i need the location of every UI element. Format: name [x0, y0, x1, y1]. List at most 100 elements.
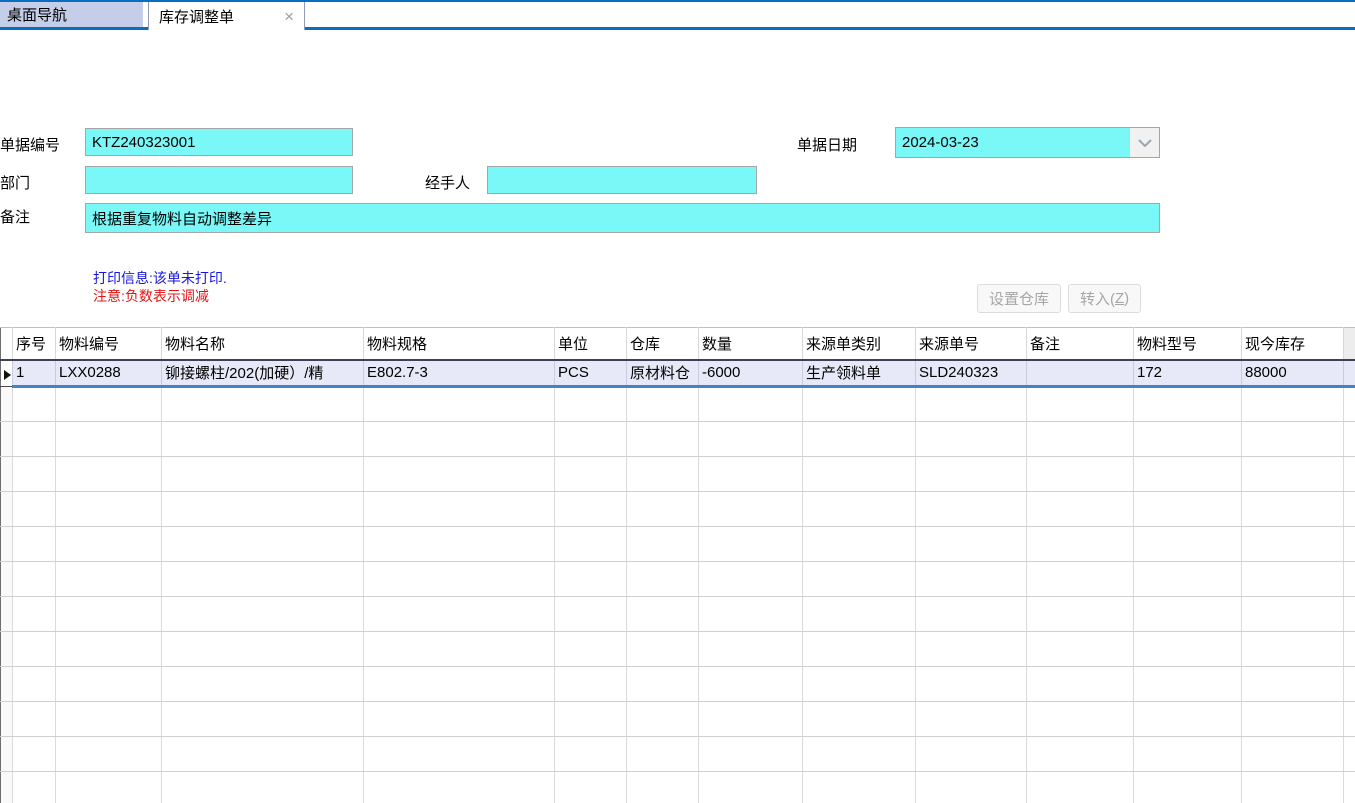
empty-grid-cell-7[interactable]	[803, 492, 916, 527]
empty-grid-cell-9[interactable]	[1027, 457, 1134, 492]
column-header-3[interactable]: 物料规格	[364, 328, 555, 360]
transfer-in-button[interactable]: 转入(Z)	[1068, 284, 1141, 313]
empty-grid-cell-0[interactable]	[13, 387, 56, 422]
empty-grid-cell-8[interactable]	[916, 632, 1027, 667]
grid-cell-11[interactable]: 88000	[1242, 360, 1344, 387]
empty-grid-cell-1[interactable]	[56, 667, 162, 702]
column-header-8[interactable]: 来源单号	[916, 328, 1027, 360]
row-selector[interactable]	[1, 422, 13, 457]
empty-grid-cell-9[interactable]	[1027, 667, 1134, 702]
row-selector[interactable]	[1, 667, 13, 702]
empty-grid-cell-9[interactable]	[1027, 702, 1134, 737]
tab-desktop-navigation[interactable]: 桌面导航	[0, 2, 143, 27]
empty-grid-cell-3[interactable]	[364, 387, 555, 422]
empty-grid-cell-4[interactable]	[555, 597, 627, 632]
empty-table-row[interactable]	[1, 492, 1355, 527]
empty-grid-cell-8[interactable]	[916, 422, 1027, 457]
empty-grid-cell-1[interactable]	[56, 492, 162, 527]
empty-grid-cell-4[interactable]	[555, 492, 627, 527]
empty-grid-cell-2[interactable]	[162, 702, 364, 737]
grid-cell-2[interactable]: 铆接螺柱/202(加硬）/精	[162, 360, 364, 387]
tab-inventory-adjustment[interactable]: 库存调整单 ×	[148, 2, 305, 30]
column-header-4[interactable]: 单位	[555, 328, 627, 360]
grid-cell-7[interactable]: 生产领料单	[803, 360, 916, 387]
empty-grid-cell-3[interactable]	[364, 772, 555, 803]
empty-grid-cell-7[interactable]	[803, 737, 916, 772]
empty-grid-cell-4[interactable]	[555, 632, 627, 667]
column-header-7[interactable]: 来源单类别	[803, 328, 916, 360]
empty-grid-cell-0[interactable]	[13, 702, 56, 737]
grid-cell-8[interactable]: SLD240323	[916, 360, 1027, 387]
empty-grid-cell-5[interactable]	[627, 702, 699, 737]
empty-grid-cell-3[interactable]	[364, 492, 555, 527]
empty-grid-cell-1[interactable]	[56, 737, 162, 772]
empty-grid-cell-3[interactable]	[364, 422, 555, 457]
empty-grid-cell-8[interactable]	[916, 702, 1027, 737]
empty-grid-cell-9[interactable]	[1027, 737, 1134, 772]
empty-grid-cell-11[interactable]	[1242, 562, 1344, 597]
empty-grid-cell-1[interactable]	[56, 422, 162, 457]
empty-grid-cell-11[interactable]	[1242, 492, 1344, 527]
empty-grid-cell-10[interactable]	[1134, 737, 1242, 772]
empty-grid-cell-8[interactable]	[916, 457, 1027, 492]
empty-grid-cell-11[interactable]	[1242, 702, 1344, 737]
empty-grid-cell-4[interactable]	[555, 772, 627, 803]
empty-grid-cell-3[interactable]	[364, 597, 555, 632]
empty-grid-cell-4[interactable]	[555, 457, 627, 492]
empty-grid-cell-7[interactable]	[803, 422, 916, 457]
column-header-9[interactable]: 备注	[1027, 328, 1134, 360]
empty-grid-cell-3[interactable]	[364, 667, 555, 702]
column-header-1[interactable]: 物料编号	[56, 328, 162, 360]
empty-grid-cell-7[interactable]	[803, 597, 916, 632]
empty-grid-cell-2[interactable]	[162, 772, 364, 803]
empty-grid-cell-0[interactable]	[13, 492, 56, 527]
empty-grid-cell-8[interactable]	[916, 387, 1027, 422]
empty-grid-cell-2[interactable]	[162, 562, 364, 597]
grid-cell-6[interactable]: -6000	[699, 360, 803, 387]
empty-grid-cell-2[interactable]	[162, 527, 364, 562]
empty-grid-cell-10[interactable]	[1134, 772, 1242, 803]
empty-grid-cell-9[interactable]	[1027, 772, 1134, 803]
empty-grid-cell-1[interactable]	[56, 562, 162, 597]
empty-grid-cell-6[interactable]	[699, 772, 803, 803]
empty-grid-cell-6[interactable]	[699, 597, 803, 632]
empty-grid-cell-7[interactable]	[803, 527, 916, 562]
column-header-2[interactable]: 物料名称	[162, 328, 364, 360]
empty-grid-cell-11[interactable]	[1242, 457, 1344, 492]
empty-grid-cell-2[interactable]	[162, 457, 364, 492]
empty-grid-cell-10[interactable]	[1134, 597, 1242, 632]
doc-no-field[interactable]	[85, 128, 353, 156]
empty-grid-cell-0[interactable]	[13, 737, 56, 772]
empty-grid-cell-8[interactable]	[916, 492, 1027, 527]
empty-grid-cell-3[interactable]	[364, 737, 555, 772]
empty-grid-cell-0[interactable]	[13, 772, 56, 803]
empty-grid-cell-10[interactable]	[1134, 562, 1242, 597]
empty-table-row[interactable]	[1, 562, 1355, 597]
doc-date-field[interactable]: 2024-03-23	[895, 127, 1160, 158]
empty-grid-cell-6[interactable]	[699, 457, 803, 492]
empty-grid-cell-3[interactable]	[364, 562, 555, 597]
empty-table-row[interactable]	[1, 527, 1355, 562]
empty-table-row[interactable]	[1, 632, 1355, 667]
empty-grid-cell-5[interactable]	[627, 422, 699, 457]
empty-grid-cell-4[interactable]	[555, 737, 627, 772]
empty-grid-cell-1[interactable]	[56, 527, 162, 562]
column-header-6[interactable]: 数量	[699, 328, 803, 360]
empty-grid-cell-3[interactable]	[364, 457, 555, 492]
empty-table-row[interactable]	[1, 772, 1355, 803]
empty-table-row[interactable]	[1, 387, 1355, 422]
empty-grid-cell-0[interactable]	[13, 597, 56, 632]
empty-grid-cell-5[interactable]	[627, 772, 699, 803]
empty-grid-cell-1[interactable]	[56, 772, 162, 803]
empty-grid-cell-10[interactable]	[1134, 387, 1242, 422]
row-selector[interactable]	[1, 702, 13, 737]
empty-grid-cell-2[interactable]	[162, 597, 364, 632]
empty-grid-cell-7[interactable]	[803, 702, 916, 737]
empty-grid-cell-7[interactable]	[803, 387, 916, 422]
column-header-11[interactable]: 现今库存	[1242, 328, 1344, 360]
empty-grid-cell-2[interactable]	[162, 492, 364, 527]
empty-grid-cell-4[interactable]	[555, 387, 627, 422]
close-icon[interactable]: ×	[284, 8, 294, 25]
empty-grid-cell-1[interactable]	[56, 457, 162, 492]
empty-grid-cell-3[interactable]	[364, 527, 555, 562]
